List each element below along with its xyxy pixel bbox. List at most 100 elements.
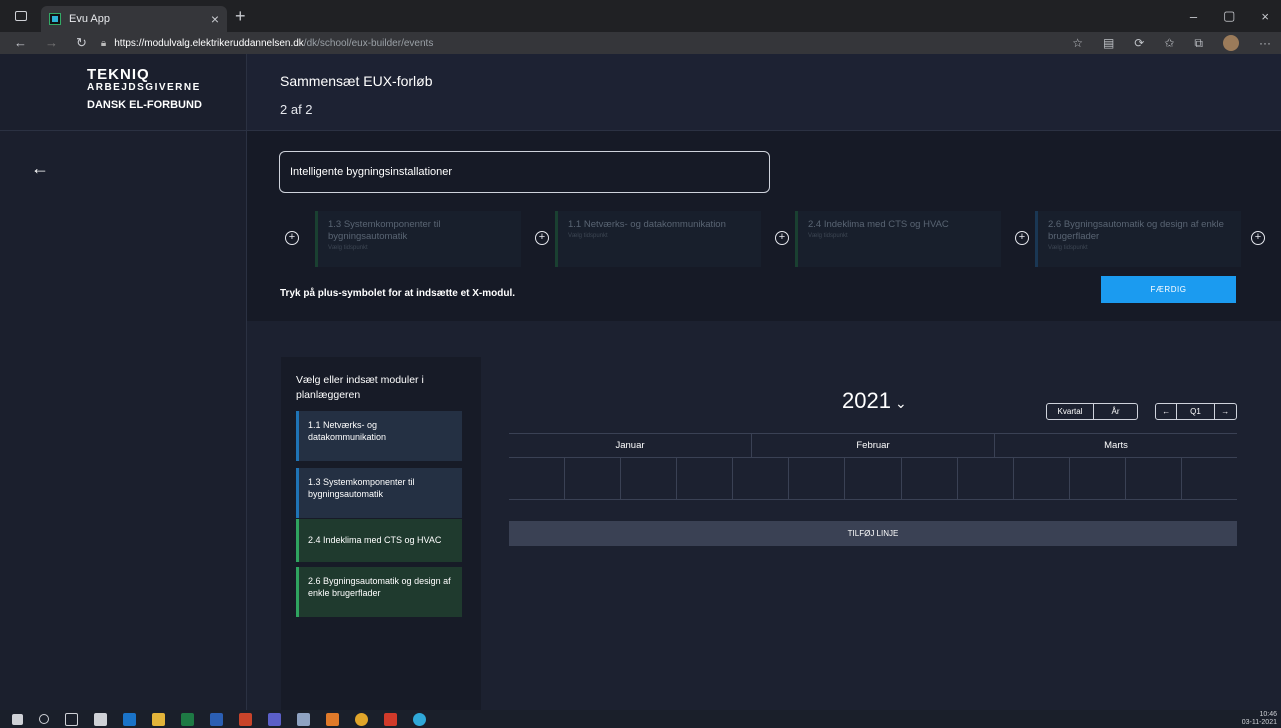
module-panel: Vælg eller indsæt moduler i planlæggeren…: [281, 357, 481, 710]
store-icon[interactable]: [94, 712, 107, 726]
week-cell[interactable]: [621, 458, 678, 499]
url-host: https://modulvalg.elektrikeruddannelsen.…: [114, 37, 304, 49]
week-cell[interactable]: [509, 458, 566, 499]
address-bar: ← → ↻ 🔒︎ https://modulvalg.elektrikerudd…: [0, 32, 1281, 54]
extensions-icon[interactable]: ⟳: [1134, 36, 1144, 50]
sidebar: TEKNIQ ARBEJDSGIVERNE DANSK EL-FORBUND ←: [0, 54, 247, 710]
panel-module-card[interactable]: 2.4 Indeklima med CTS og HVAC: [296, 519, 462, 562]
logo-dansk-el-forbund: DANSK EL-FORBUND: [87, 99, 202, 111]
module-sequence: + 1.3 Systemkomponenter til bygningsauto…: [285, 211, 1265, 267]
insert-plus-icon[interactable]: +: [285, 231, 299, 245]
done-button[interactable]: FÆRDIG: [1101, 276, 1236, 303]
word-icon[interactable]: [210, 712, 223, 726]
week-cell[interactable]: [1070, 458, 1126, 499]
close-window-button[interactable]: ×: [1261, 9, 1269, 24]
profile-avatar[interactable]: [1223, 35, 1239, 51]
logo-arbejdsgiverne: ARBEJDSGIVERNE: [87, 82, 201, 93]
week-cell[interactable]: [1014, 458, 1070, 499]
start-icon[interactable]: [12, 713, 23, 725]
excel-icon[interactable]: [181, 712, 194, 726]
week-cell[interactable]: [845, 458, 902, 499]
planner-grid: Januar Februar Marts: [509, 433, 1237, 501]
month-header: Januar: [509, 434, 752, 457]
forward-icon[interactable]: →: [45, 35, 58, 51]
powerpoint-icon[interactable]: [239, 712, 252, 726]
reader-icon[interactable]: ▤: [1103, 36, 1114, 50]
insert-plus-icon[interactable]: +: [775, 231, 789, 245]
insert-plus-icon[interactable]: +: [1251, 231, 1265, 245]
panel-module-card[interactable]: 1.1 Netværks- og datakommunikation: [296, 411, 462, 461]
panel-module-card[interactable]: 2.6 Bygningsautomatik og design af enkle…: [296, 567, 462, 617]
week-cell[interactable]: [677, 458, 734, 499]
favicon-icon: [49, 13, 61, 25]
hint-text: Tryk på plus-symbolet for at indsætte et…: [280, 288, 516, 299]
view-aar-button[interactable]: År: [1094, 404, 1137, 419]
logo: TEKNIQ ARBEJDSGIVERNE DANSK EL-FORBUND: [0, 54, 247, 131]
panel-module-card[interactable]: 1.3 Systemkomponenter til bygningsautoma…: [296, 468, 462, 518]
view-kvartal-button[interactable]: Kvartal: [1047, 404, 1094, 419]
window-menu-icon[interactable]: [15, 11, 27, 21]
favorite-star-icon[interactable]: ☆: [1072, 36, 1083, 50]
week-cell[interactable]: [789, 458, 846, 499]
week-cell[interactable]: [1182, 458, 1237, 499]
sequence-module-card[interactable]: 2.6 Bygningsautomatik og design af enkle…: [1035, 211, 1241, 267]
insert-plus-icon[interactable]: +: [535, 231, 549, 245]
next-quarter-button[interactable]: →: [1215, 404, 1236, 419]
year-selector[interactable]: 2021 ⌄: [842, 388, 907, 414]
lock-icon: 🔒︎: [100, 37, 107, 49]
new-tab-button[interactable]: +: [235, 6, 246, 27]
quarter-label: Q1: [1177, 404, 1215, 419]
step-indicator: 2 af 2: [280, 102, 313, 117]
month-header: Februar: [752, 434, 995, 457]
minimize-button[interactable]: –: [1190, 9, 1197, 24]
course-builder: + 1.3 Systemkomponenter til bygningsauto…: [247, 131, 1281, 321]
page-title: Sammensæt EUX-forløb: [280, 73, 433, 89]
windows-taskbar: 10:46 03-11-2021: [0, 710, 1281, 728]
week-cell[interactable]: [902, 458, 958, 499]
page-header: Sammensæt EUX-forløb 2 af 2: [247, 54, 1281, 131]
url-path: /dk/school/eux-builder/events: [303, 37, 434, 49]
favorites-icon[interactable]: ✩: [1164, 36, 1174, 50]
search-icon[interactable]: [39, 714, 49, 724]
month-header: Marts: [1104, 440, 1128, 451]
sequence-module-card[interactable]: 2.4 Indeklima med CTS og HVAC Vælg tidsp…: [795, 211, 1001, 267]
more-icon[interactable]: ···: [1259, 36, 1271, 50]
week-row: [509, 458, 1237, 500]
chevron-down-icon: ⌄: [894, 395, 907, 411]
add-line-button[interactable]: TILFØJ LINJE: [509, 521, 1237, 546]
tab-close-icon[interactable]: ×: [211, 11, 219, 27]
restore-button[interactable]: ▢: [1223, 8, 1235, 24]
panel-heading: Vælg eller indsæt moduler i planlæggeren: [296, 374, 424, 401]
sequence-module-card[interactable]: 1.1 Netværks- og datakommunikation Vælg …: [555, 211, 761, 267]
teams-icon[interactable]: [268, 712, 281, 726]
back-arrow-icon[interactable]: ←: [31, 158, 49, 179]
acrobat-icon[interactable]: [384, 712, 397, 726]
browser-tab[interactable]: Evu App ×: [41, 6, 227, 32]
outlook-icon[interactable]: [123, 712, 136, 726]
view-toggle: Kvartal År: [1046, 403, 1138, 420]
week-cell[interactable]: [1126, 458, 1182, 499]
planner-area: Vælg eller indsæt moduler i planlæggeren…: [247, 321, 1281, 710]
refresh-icon[interactable]: ↻: [76, 35, 87, 51]
explorer-icon[interactable]: [152, 712, 165, 726]
insert-plus-icon[interactable]: +: [1015, 231, 1029, 245]
sequence-module-card[interactable]: 1.3 Systemkomponenter til bygningsautoma…: [315, 211, 521, 267]
tab-title: Evu App: [69, 13, 110, 25]
task-view-icon[interactable]: [65, 712, 78, 726]
browser-tabbar: Evu App × + – ▢ ×: [0, 0, 1281, 32]
week-cell[interactable]: [958, 458, 1014, 499]
collections-icon[interactable]: ⧉: [1194, 36, 1203, 51]
edge-icon[interactable]: [413, 712, 426, 726]
logo-tekniq: TEKNIQ: [87, 66, 150, 83]
app-icon[interactable]: [297, 712, 310, 726]
course-name-input[interactable]: [279, 151, 770, 193]
url-field[interactable]: 🔒︎ https://modulvalg.elektrikeruddannels…: [101, 38, 1072, 49]
office-icon[interactable]: [326, 712, 339, 726]
chrome-icon[interactable]: [355, 712, 368, 726]
back-icon[interactable]: ←: [14, 35, 27, 51]
quarter-nav: ← Q1 →: [1155, 403, 1237, 420]
week-cell[interactable]: [565, 458, 622, 499]
week-cell[interactable]: [733, 458, 790, 499]
taskbar-clock[interactable]: 10:46 03-11-2021: [1242, 711, 1277, 727]
prev-quarter-button[interactable]: ←: [1156, 404, 1178, 419]
